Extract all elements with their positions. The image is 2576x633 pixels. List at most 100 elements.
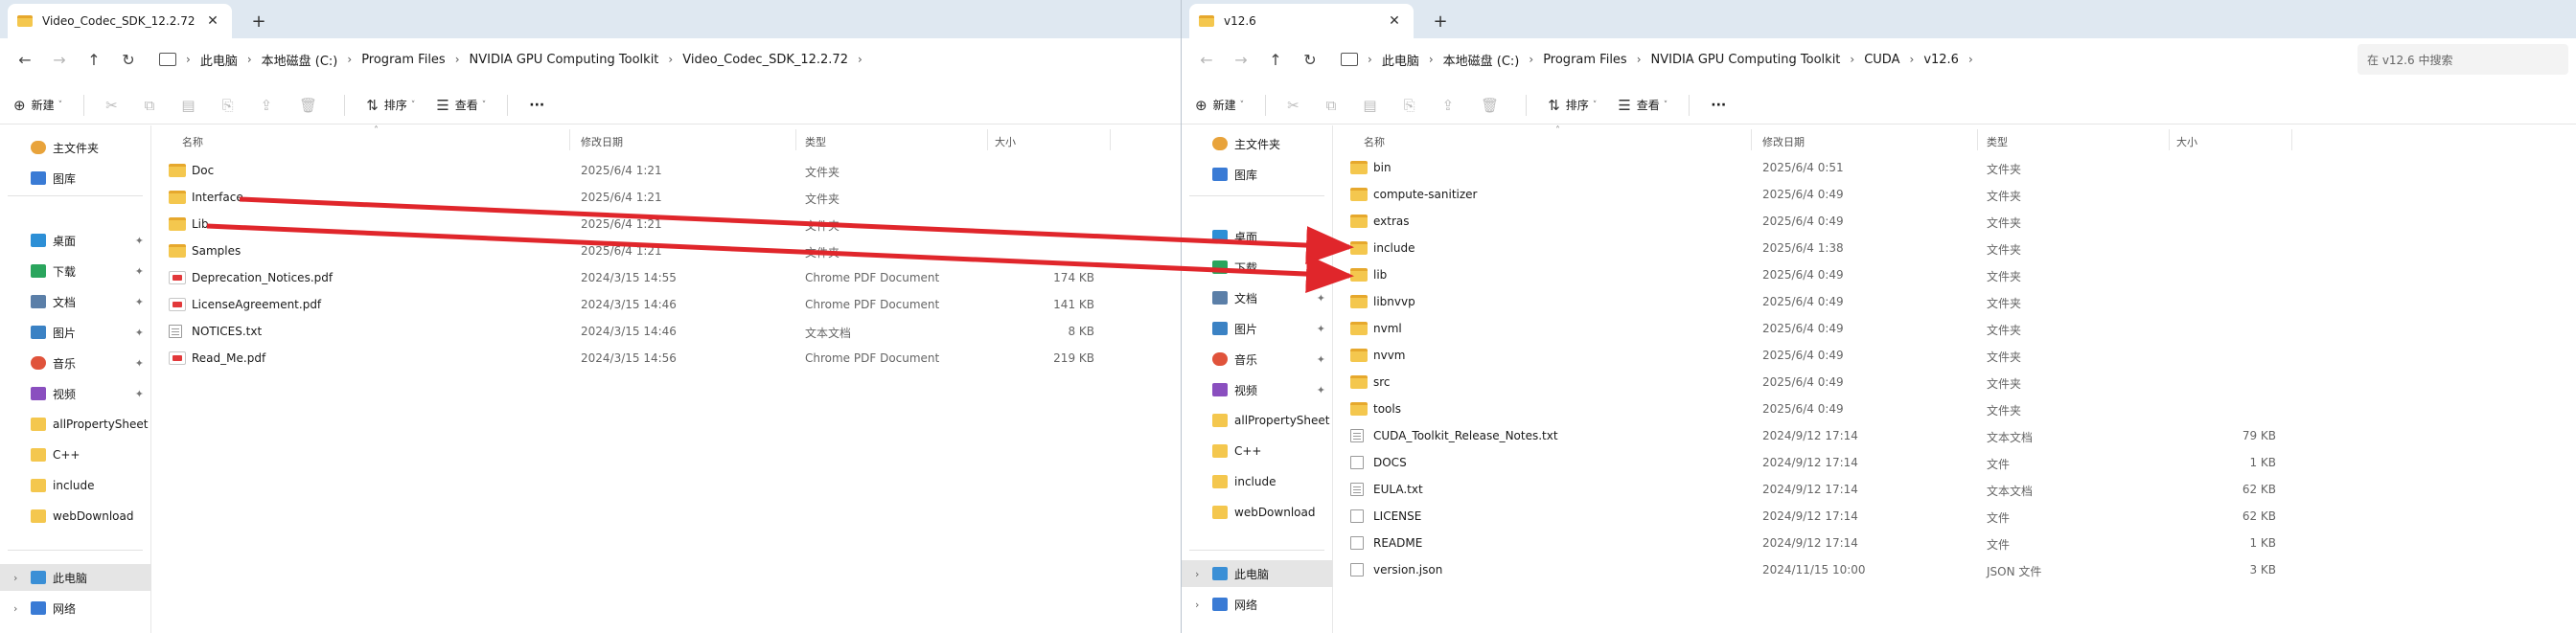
more-button[interactable]: ··· bbox=[1711, 98, 1726, 113]
breadcrumb-item[interactable]: NVIDIA GPU Computing Toolkit bbox=[470, 53, 659, 67]
forward-button[interactable]: → bbox=[42, 44, 77, 75]
sidebar-item[interactable]: 桌面 ✦ bbox=[0, 227, 151, 254]
sidebar-item[interactable]: C++ bbox=[1182, 438, 1333, 464]
view-button[interactable]: ☰ 查看 ˅ bbox=[436, 97, 486, 114]
sidebar-item[interactable]: 视频 ✦ bbox=[1182, 376, 1333, 403]
share-button[interactable]: ⇪ bbox=[261, 97, 279, 114]
sidebar-item[interactable]: include bbox=[1182, 468, 1333, 495]
file-row[interactable]: src 2025/6/4 0:49 文件夹 bbox=[1343, 369, 2576, 396]
tab-v12-6[interactable]: v12.6 ✕ bbox=[1189, 4, 1414, 38]
breadcrumb-item[interactable]: 本地磁盘 (C:) bbox=[1443, 51, 1520, 69]
up-button[interactable]: ↑ bbox=[1258, 44, 1293, 75]
expand-chevron-icon[interactable]: › bbox=[1195, 568, 1199, 580]
refresh-button[interactable]: ↻ bbox=[1293, 44, 1327, 75]
rename-button[interactable]: ⎘ bbox=[1404, 97, 1421, 114]
sidebar-item[interactable]: 图库 bbox=[0, 165, 151, 192]
paste-button[interactable]: ▤ bbox=[181, 97, 200, 114]
new-tab-button[interactable]: + bbox=[245, 8, 272, 34]
close-tab-icon[interactable]: ✕ bbox=[203, 13, 222, 29]
file-row[interactable]: README 2024/9/12 17:14 文件 1 KB bbox=[1343, 530, 2576, 556]
paste-button[interactable]: ▤ bbox=[1363, 97, 1382, 114]
sidebar-item[interactable]: C++ bbox=[0, 441, 151, 468]
search-input[interactable]: 在 v12.6 中搜索 bbox=[2358, 44, 2568, 75]
file-row[interactable]: include 2025/6/4 1:38 文件夹 bbox=[1343, 235, 2576, 261]
file-row[interactable]: LicenseAgreement.pdf 2024/3/15 14:46 Chrom… bbox=[161, 291, 1181, 318]
sidebar-item[interactable]: › 网络 bbox=[1182, 591, 1333, 618]
breadcrumb-item[interactable]: Video_Codec_SDK_12.2.72 bbox=[682, 53, 848, 67]
view-button[interactable]: ☰ 查看 ˅ bbox=[1618, 97, 1668, 114]
sidebar-item[interactable]: allPropertySheet bbox=[1182, 407, 1333, 434]
sidebar-item[interactable]: 下载 ✦ bbox=[1182, 254, 1333, 281]
chevron-right-icon[interactable]: › bbox=[247, 53, 252, 66]
breadcrumb-item[interactable]: 此电脑 bbox=[200, 51, 238, 69]
column-header-date[interactable]: 修改日期 bbox=[1762, 134, 1805, 149]
sort-button[interactable]: ⇅ 排序 ˅ bbox=[366, 97, 415, 114]
up-button[interactable]: ↑ bbox=[77, 44, 111, 75]
chevron-right-icon[interactable]: › bbox=[347, 53, 352, 66]
expand-chevron-icon[interactable]: › bbox=[13, 602, 17, 615]
forward-button[interactable]: → bbox=[1224, 44, 1258, 75]
chevron-right-icon[interactable]: › bbox=[1637, 53, 1642, 66]
address-bar[interactable]: › 此电脑 › 本地磁盘 (C:) › Program Files › NVIDIA GPU… bbox=[1333, 44, 2352, 75]
sidebar-item[interactable]: 音乐 ✦ bbox=[0, 350, 151, 376]
breadcrumb-item[interactable]: CUDA bbox=[1864, 53, 1899, 67]
file-row[interactable]: compute-sanitizer 2025/6/4 0:49 文件夹 bbox=[1343, 181, 2576, 208]
sidebar-item[interactable]: 音乐 ✦ bbox=[1182, 346, 1333, 373]
breadcrumb-item[interactable]: 本地磁盘 (C:) bbox=[262, 51, 338, 69]
file-row[interactable]: extras 2025/6/4 0:49 文件夹 bbox=[1343, 208, 2576, 235]
copy-button[interactable]: ⧉ bbox=[145, 97, 161, 114]
expand-chevron-icon[interactable]: › bbox=[13, 572, 17, 584]
column-header-name[interactable]: 名称 bbox=[1364, 134, 1385, 149]
sidebar-item[interactable]: 视频 ✦ bbox=[0, 380, 151, 407]
copy-button[interactable]: ⧉ bbox=[1326, 97, 1343, 114]
sidebar-item[interactable]: 文档 ✦ bbox=[0, 288, 151, 315]
breadcrumb-item[interactable]: v12.6 bbox=[1923, 53, 1959, 67]
address-bar[interactable]: › 此电脑 › 本地磁盘 (C:) › Program Files › NVIDIA GPU… bbox=[151, 44, 1173, 75]
file-row[interactable]: libnvvp 2025/6/4 0:49 文件夹 bbox=[1343, 288, 2576, 315]
sidebar-item[interactable]: include bbox=[0, 472, 151, 499]
column-header-name[interactable]: 名称 bbox=[182, 134, 203, 149]
back-button[interactable]: ← bbox=[1189, 44, 1224, 75]
sidebar-item[interactable]: 图库 bbox=[1182, 161, 1333, 188]
chevron-right-icon[interactable]: › bbox=[455, 53, 460, 66]
new-button[interactable]: ⊕ 新建 ˅ bbox=[13, 97, 62, 114]
tab-video-codec-sdk[interactable]: Video_Codec_SDK_12.2.72 ✕ bbox=[8, 4, 232, 38]
file-row[interactable]: Read_Me.pdf 2024/3/15 14:56 Chrome PDF Doc… bbox=[161, 345, 1181, 372]
more-button[interactable]: ··· bbox=[529, 98, 544, 113]
sidebar-item[interactable]: › 网络 bbox=[0, 595, 151, 622]
share-button[interactable]: ⇪ bbox=[1442, 97, 1460, 114]
column-header-type[interactable]: 类型 bbox=[1987, 134, 2008, 149]
breadcrumb-item[interactable]: Program Files bbox=[361, 53, 446, 67]
expand-chevron-icon[interactable]: › bbox=[1195, 599, 1199, 611]
chevron-right-icon[interactable]: › bbox=[668, 53, 673, 66]
file-row[interactable]: Deprecation_Notices.pdf 2024/3/15 14:55 Ch… bbox=[161, 264, 1181, 291]
back-button[interactable]: ← bbox=[8, 44, 42, 75]
delete-button[interactable]: 🗑 bbox=[1481, 97, 1505, 114]
chevron-right-icon[interactable]: › bbox=[1529, 53, 1533, 66]
sidebar-item[interactable]: 图片 ✦ bbox=[1182, 315, 1333, 342]
column-header-date[interactable]: 修改日期 bbox=[581, 134, 623, 149]
chevron-right-icon[interactable]: › bbox=[858, 53, 862, 66]
sidebar-item[interactable]: 文档 ✦ bbox=[1182, 284, 1333, 311]
column-header-type[interactable]: 类型 bbox=[805, 134, 826, 149]
file-row[interactable]: nvml 2025/6/4 0:49 文件夹 bbox=[1343, 315, 2576, 342]
new-tab-button[interactable]: + bbox=[1427, 8, 1454, 34]
breadcrumb-item[interactable]: Program Files bbox=[1543, 53, 1627, 67]
new-button[interactable]: ⊕ 新建 ˅ bbox=[1195, 97, 1244, 114]
chevron-right-icon[interactable]: › bbox=[1910, 53, 1915, 66]
sidebar-item[interactable]: 下载 ✦ bbox=[0, 258, 151, 284]
file-row[interactable]: Samples 2025/6/4 1:21 文件夹 bbox=[161, 237, 1181, 264]
sidebar-item[interactable]: allPropertySheet bbox=[0, 411, 151, 438]
file-row[interactable]: nvvm 2025/6/4 0:49 文件夹 bbox=[1343, 342, 2576, 369]
chevron-right-icon[interactable]: › bbox=[1429, 53, 1434, 66]
file-row[interactable]: lib 2025/6/4 0:49 文件夹 bbox=[1343, 261, 2576, 288]
chevron-right-icon[interactable]: › bbox=[1968, 53, 1973, 66]
sidebar-item[interactable]: 主文件夹 bbox=[0, 134, 151, 161]
chevron-right-icon[interactable]: › bbox=[1850, 53, 1854, 66]
file-row[interactable]: Interface 2025/6/4 1:21 文件夹 bbox=[161, 184, 1181, 211]
file-row[interactable]: tools 2025/6/4 0:49 文件夹 bbox=[1343, 396, 2576, 422]
cut-button[interactable]: ✂ bbox=[1287, 97, 1305, 114]
breadcrumb-item[interactable]: NVIDIA GPU Computing Toolkit bbox=[1651, 53, 1841, 67]
file-row[interactable]: bin 2025/6/4 0:51 文件夹 bbox=[1343, 154, 2576, 181]
file-row[interactable]: NOTICES.txt 2024/3/15 14:46 文本文档 8 KB bbox=[161, 318, 1181, 345]
